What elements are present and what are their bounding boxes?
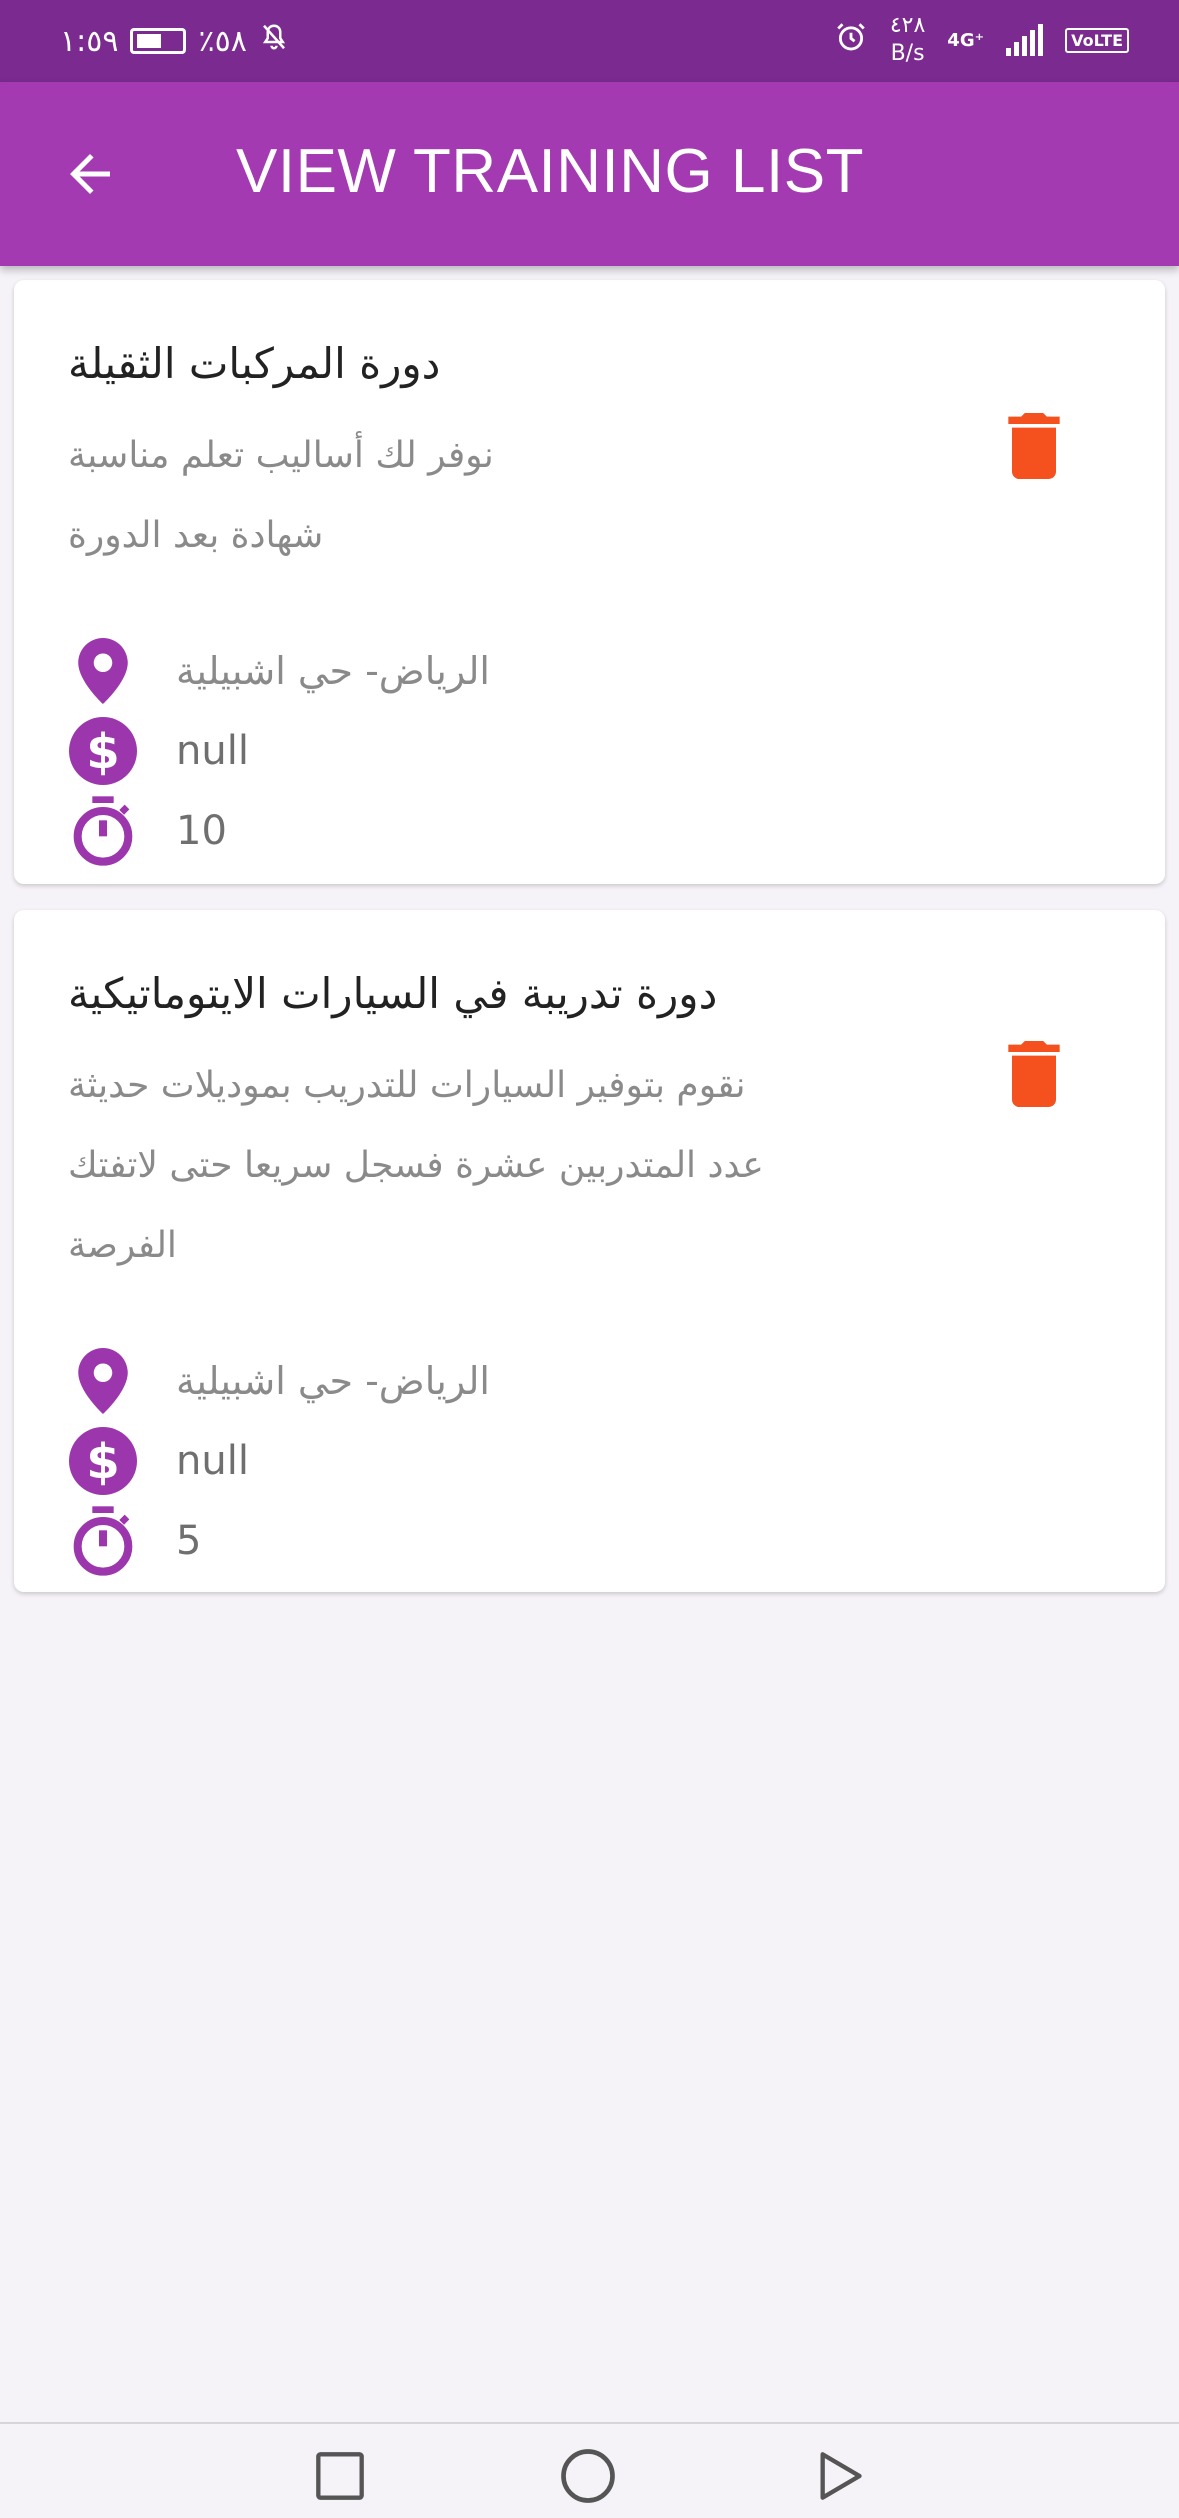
app-bar: VIEW TRAINING LIST [0, 82, 1179, 266]
training-title: دورة المركبات الثقيلة [68, 339, 441, 388]
recents-square-icon [316, 2452, 364, 2500]
net-speed-unit: B/s [890, 41, 925, 66]
training-description: نقوم بتوفير السيارات للتدريب بموديلات حد… [68, 1065, 764, 1266]
dollar-circle-icon: $ [68, 716, 138, 786]
status-bar: ١:٥٩ ٪٥٨ ٤٢٨ B/s 4G⁺ VoLTE [0, 0, 1179, 82]
location-text: الرياض- حي اشبيلية [176, 649, 490, 693]
trash-icon [1008, 1041, 1060, 1107]
battery-percent: ٪٥٨ [198, 23, 247, 59]
training-card[interactable]: دورة المركبات الثقيلة نوفر لك أساليب تعل… [14, 280, 1165, 884]
duration-text: 5 [176, 1518, 202, 1564]
trash-icon [1008, 413, 1060, 479]
home-circle-icon [561, 2449, 615, 2503]
system-nav-bar [0, 2422, 1179, 2518]
alarm-icon [834, 20, 868, 60]
page-title: VIEW TRAINING LIST [236, 137, 864, 206]
volte-badge: VoLTE [1065, 27, 1129, 53]
duration-text: 10 [176, 808, 227, 854]
duration-row: 5 [68, 1502, 201, 1580]
price-text: null [176, 1438, 249, 1484]
location-pin-icon [68, 1346, 138, 1416]
net-speed: ٤٢٨ B/s [890, 12, 925, 68]
back-triangle-icon [820, 2452, 862, 2500]
delete-button[interactable] [1004, 1038, 1064, 1110]
location-row: الرياض- حي اشبيلية [68, 632, 490, 710]
training-title: دورة تدريبة في السيارات الايتوماتيكية [68, 969, 718, 1018]
price-text: null [176, 728, 249, 774]
back-nav-button[interactable] [800, 2436, 880, 2516]
status-left: ١:٥٩ ٪٥٨ [60, 22, 289, 60]
home-button[interactable] [548, 2436, 628, 2516]
price-row: $ null [68, 1422, 249, 1500]
battery-icon [130, 28, 187, 54]
arrow-back-icon [70, 154, 110, 194]
training-list: دورة المركبات الثقيلة نوفر لك أساليب تعل… [14, 280, 1165, 1618]
training-card[interactable]: دورة تدريبة في السيارات الايتوماتيكية نق… [14, 910, 1165, 1592]
location-text: الرياض- حي اشبيلية [176, 1359, 490, 1403]
training-description: نوفر لك أساليب تعلم مناسبة شهادة بعد الد… [68, 435, 494, 556]
back-button[interactable] [50, 134, 130, 214]
recents-button[interactable] [300, 2436, 380, 2516]
status-time: ١:٥٩ [60, 23, 119, 59]
svg-text:$: $ [86, 1434, 120, 1490]
signal-icon [1006, 24, 1044, 56]
network-type: 4G⁺ [947, 29, 985, 51]
stopwatch-icon [68, 1506, 138, 1576]
delete-button[interactable] [1004, 410, 1064, 482]
location-row: الرياض- حي اشبيلية [68, 1342, 490, 1420]
status-right: ٤٢٨ B/s 4G⁺ VoLTE [834, 12, 1129, 68]
duration-row: 10 [68, 792, 227, 870]
dollar-circle-icon: $ [68, 1426, 138, 1496]
stopwatch-icon [68, 796, 138, 866]
price-row: $ null [68, 712, 249, 790]
location-pin-icon [68, 636, 138, 706]
net-speed-value: ٤٢٨ [889, 13, 926, 38]
svg-text:$: $ [86, 724, 120, 780]
mute-bell-icon [259, 22, 289, 60]
